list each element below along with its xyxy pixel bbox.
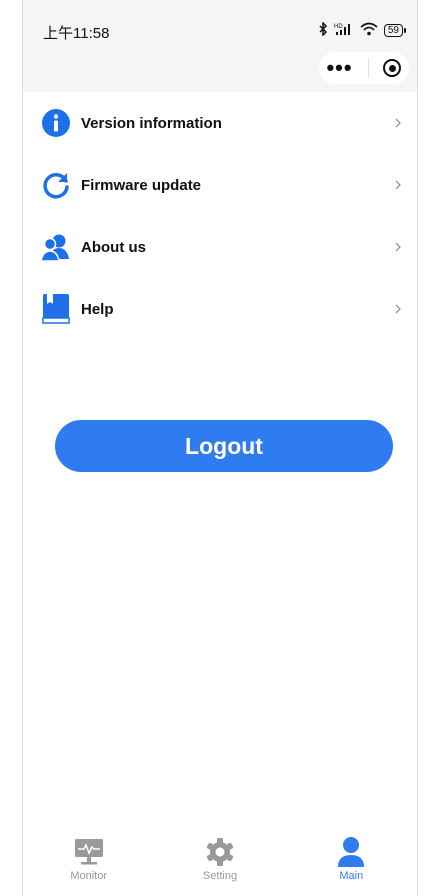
- chevron-right-icon: [395, 180, 401, 190]
- menu-item-label: Help: [81, 300, 114, 318]
- bluetooth-icon: [318, 21, 328, 39]
- tab-label: Monitor: [70, 870, 107, 882]
- tab-main[interactable]: Main: [301, 836, 401, 882]
- status-icons: HD 59: [318, 21, 407, 39]
- tab-monitor[interactable]: Monitor: [39, 836, 139, 882]
- menu-item-label: About us: [81, 238, 146, 256]
- menu-item-label: Version information: [81, 114, 222, 132]
- refresh-icon: [39, 168, 73, 202]
- network-type-label: HD: [334, 24, 343, 30]
- settings-menu: Version information Firmware update Abou…: [23, 92, 417, 340]
- mini-program-capsule: •••: [319, 52, 409, 84]
- tab-label: Main: [339, 870, 364, 882]
- person-icon: [335, 836, 367, 868]
- close-miniprogram-button[interactable]: [383, 59, 402, 77]
- signal-icon: HD: [334, 22, 354, 39]
- tab-label: Setting: [202, 870, 238, 882]
- menu-item-label: Firmware update: [81, 176, 202, 194]
- tab-setting[interactable]: Setting: [170, 836, 270, 882]
- status-bar: 上午11:58 HD 59 •••: [23, 0, 417, 92]
- chevron-right-icon: [395, 304, 401, 314]
- wifi-icon: [360, 22, 378, 39]
- bottom-tab-bar: Monitor Setting Main: [23, 820, 417, 896]
- menu-item-about-us[interactable]: About us: [23, 216, 417, 278]
- chevron-right-icon: [395, 242, 401, 252]
- menu-item-firmware-update[interactable]: Firmware update: [23, 154, 417, 216]
- monitor-icon: [73, 836, 105, 868]
- status-time: 上午11:58: [43, 25, 110, 42]
- menu-item-version-information[interactable]: Version information: [23, 92, 417, 154]
- app-frame: 上午11:58 HD 59 ••• Version information Fi…: [22, 0, 418, 896]
- info-icon: [39, 106, 73, 140]
- users-icon: [39, 230, 73, 264]
- gear-icon: [204, 836, 236, 868]
- battery-icon: 59: [383, 24, 407, 37]
- capsule-divider: [367, 58, 369, 78]
- logout-button[interactable]: Logout: [55, 420, 393, 472]
- menu-item-help[interactable]: Help: [23, 278, 417, 340]
- chevron-right-icon: [395, 118, 401, 128]
- more-menu-button[interactable]: •••: [326, 57, 352, 79]
- book-icon: [39, 292, 73, 326]
